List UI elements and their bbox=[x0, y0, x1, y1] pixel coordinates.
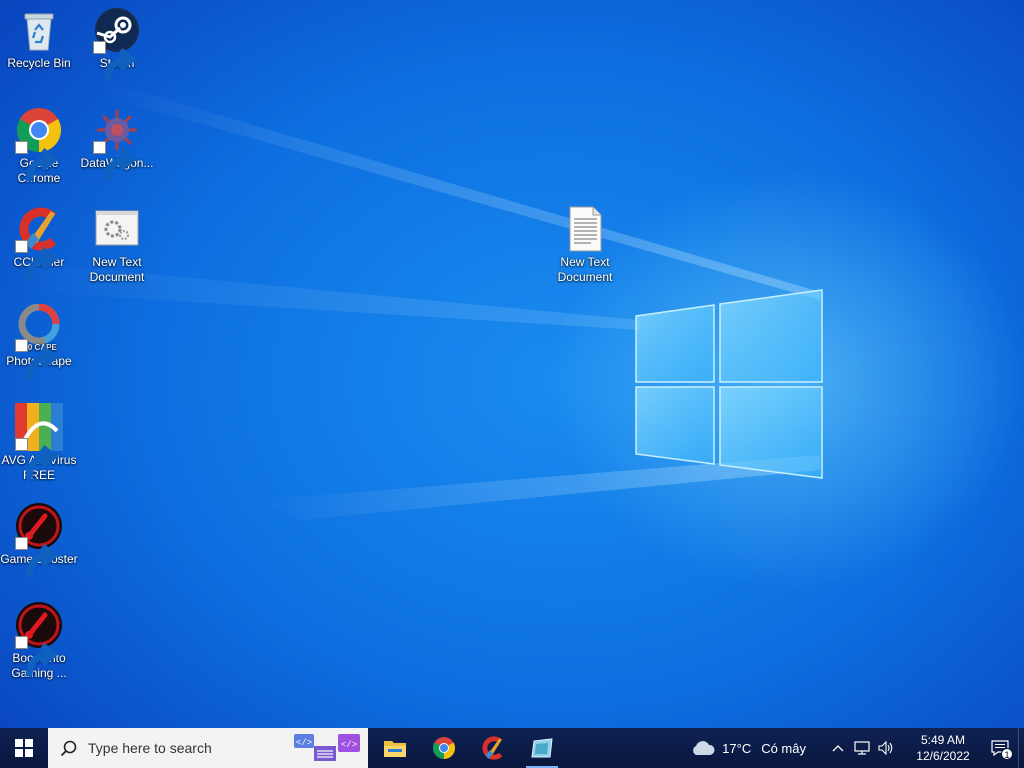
desktop-icon-google-chrome[interactable]: Google Chrome bbox=[0, 106, 78, 186]
cloud-icon bbox=[693, 741, 715, 755]
shortcut-arrow-icon bbox=[15, 240, 59, 281]
windows-logo-wallpaper bbox=[635, 289, 823, 479]
ccleaner-icon bbox=[482, 736, 503, 760]
volume-button[interactable] bbox=[874, 728, 898, 768]
taskbar-search-box[interactable]: Type here to search </> </> bbox=[48, 728, 368, 768]
svg-text:</>: </> bbox=[341, 740, 357, 750]
clock[interactable]: 5:49 AM 12/6/2022 bbox=[904, 732, 982, 764]
text-document-icon bbox=[561, 205, 609, 253]
taskbar: Type here to search </> </> 17°C Có mây … bbox=[0, 728, 1024, 768]
taskbar-running-app[interactable] bbox=[518, 728, 566, 768]
desktop-icon-recycle-bin[interactable]: Recycle Bin bbox=[0, 6, 78, 71]
search-highlight-icon[interactable]: </> </> bbox=[288, 732, 364, 764]
weather-temperature: 17°C bbox=[722, 740, 752, 756]
taskbar-google-chrome[interactable] bbox=[420, 728, 468, 768]
taskbar-file-explorer[interactable] bbox=[371, 728, 419, 768]
taskbar-ccleaner[interactable] bbox=[469, 728, 517, 768]
notification-count-badge: 1 bbox=[1001, 748, 1013, 760]
game-booster-icon bbox=[15, 601, 63, 677]
shortcut-arrow-icon bbox=[15, 636, 59, 677]
avg-icon bbox=[15, 403, 63, 479]
svg-text:</>: </> bbox=[296, 738, 312, 748]
desktop-icon-label: New Text Document bbox=[557, 255, 613, 284]
ccleaner-icon bbox=[15, 205, 63, 281]
desktop-icon-datawagon[interactable]: DataWagon... bbox=[78, 106, 156, 182]
file-explorer-icon bbox=[384, 741, 406, 757]
desktop-icon-new-text-document-1[interactable]: New Text Document bbox=[78, 205, 156, 285]
notification-center-button[interactable]: 1 bbox=[982, 728, 1018, 768]
datawagon-icon bbox=[93, 106, 141, 182]
recycle-bin-icon bbox=[15, 6, 63, 54]
desktop-icon-photoscape[interactable]: 3.0 CAPE PhotoScape bbox=[0, 304, 78, 380]
shortcut-arrow-icon bbox=[15, 339, 59, 380]
start-button[interactable] bbox=[0, 728, 48, 768]
photoscape-icon: 3.0 CAPE bbox=[15, 304, 63, 380]
app-window-icon bbox=[531, 738, 553, 758]
show-desktop-button[interactable] bbox=[1018, 728, 1024, 768]
desktop-icon-game-booster[interactable]: Game Booster bbox=[0, 502, 78, 578]
game-booster-icon bbox=[15, 502, 63, 578]
network-button[interactable] bbox=[850, 728, 874, 768]
windows-start-icon bbox=[15, 739, 33, 757]
system-tray: 17°C Có mây 5:49 AM 12/6/2022 1 bbox=[690, 728, 1024, 768]
clock-date: 12/6/2022 bbox=[916, 749, 970, 763]
speaker-icon bbox=[878, 741, 893, 755]
weather-widget[interactable]: 17°C Có mây bbox=[690, 739, 806, 757]
chrome-icon bbox=[15, 106, 63, 182]
settings-file-icon bbox=[93, 205, 141, 253]
chevron-up-icon bbox=[832, 745, 844, 752]
clock-time: 5:49 AM bbox=[920, 733, 966, 747]
weather-condition: Có mây bbox=[761, 740, 806, 756]
shortcut-arrow-icon bbox=[93, 141, 137, 182]
steam-icon bbox=[93, 6, 141, 82]
desktop-icon-ccleaner[interactable]: CCleaner bbox=[0, 205, 78, 281]
desktop-icon-steam[interactable]: Steam bbox=[78, 6, 156, 82]
shortcut-arrow-icon bbox=[93, 41, 137, 82]
desktop[interactable]: Recycle Bin Steam Google Chrome DataWago… bbox=[0, 0, 1024, 728]
network-ethernet-icon bbox=[854, 741, 870, 755]
chrome-icon bbox=[433, 737, 455, 759]
desktop-icon-label: Recycle Bin bbox=[7, 56, 71, 70]
shortcut-arrow-icon bbox=[15, 141, 59, 182]
search-icon bbox=[60, 740, 77, 757]
desktop-icon-boost-into-gaming[interactable]: Boost into Gaming ... bbox=[0, 601, 78, 681]
desktop-icon-new-text-document-2[interactable]: New Text Document bbox=[546, 205, 624, 285]
shortcut-arrow-icon bbox=[15, 537, 59, 578]
shortcut-arrow-icon bbox=[15, 438, 59, 479]
desktop-icon-label: New Text Document bbox=[89, 255, 145, 284]
show-hidden-icons-button[interactable] bbox=[826, 728, 850, 768]
search-placeholder: Type here to search bbox=[88, 740, 212, 756]
desktop-icon-avg-antivirus[interactable]: AVG AntiVirus FREE bbox=[0, 403, 78, 483]
